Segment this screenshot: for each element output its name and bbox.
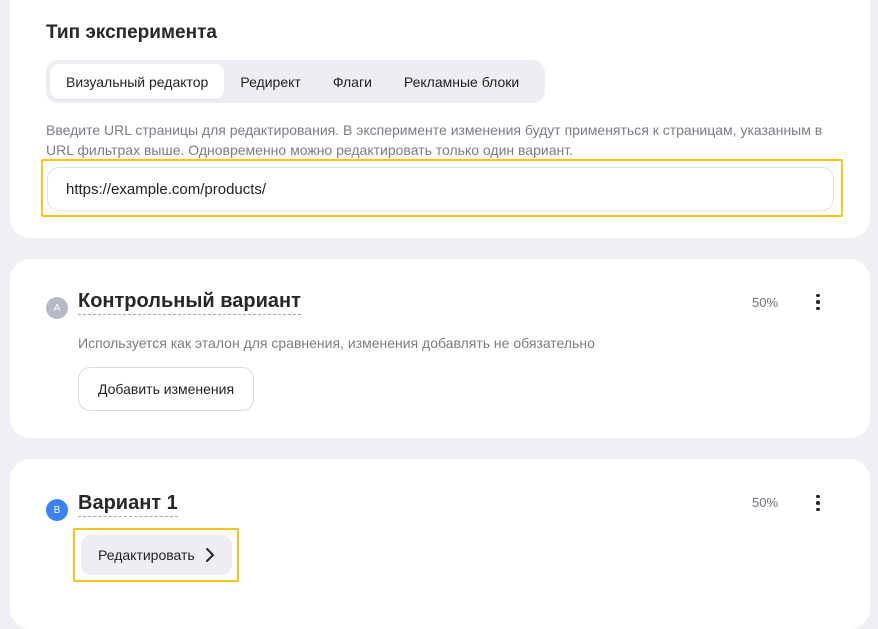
- variant-b-card: B Вариант 1 50% Редактировать: [10, 459, 870, 629]
- tab-ad-blocks[interactable]: Рекламные блоки: [388, 64, 535, 99]
- experiment-type-tabs: Визуальный редактор Редирект Флаги Рекла…: [46, 60, 545, 103]
- variant-b-percent: 50%: [752, 495, 779, 510]
- variant-a-description: Используется как эталон для сравнения, и…: [78, 335, 595, 351]
- section-title: Тип эксперимента: [46, 22, 217, 43]
- tab-redirect[interactable]: Редирект: [224, 64, 316, 99]
- experiment-type-card: Тип эксперимента Визуальный редактор Ред…: [10, 0, 870, 238]
- more-vertical-icon[interactable]: [810, 493, 826, 513]
- add-changes-button[interactable]: Добавить изменения: [78, 367, 255, 411]
- variant-a-percent: 50%: [752, 295, 779, 310]
- edit-button-label: Редактировать: [98, 547, 195, 563]
- url-hint-text: Введите URL страницы для редактирования.…: [46, 122, 823, 158]
- page-url-input[interactable]: [47, 167, 834, 211]
- variant-a-title[interactable]: Контрольный вариант: [78, 290, 301, 315]
- variant-a-badge: A: [46, 297, 68, 319]
- variant-a-card: A Контрольный вариант 50% Используется к…: [10, 259, 870, 438]
- edit-button[interactable]: Редактировать: [81, 535, 232, 575]
- chevron-right-icon: [206, 548, 214, 562]
- tab-visual-editor[interactable]: Визуальный редактор: [50, 64, 225, 99]
- variant-b-badge: B: [46, 499, 68, 521]
- variant-b-title[interactable]: Вариант 1: [78, 492, 178, 517]
- more-vertical-icon[interactable]: [810, 292, 826, 312]
- tab-flags[interactable]: Флаги: [317, 64, 388, 99]
